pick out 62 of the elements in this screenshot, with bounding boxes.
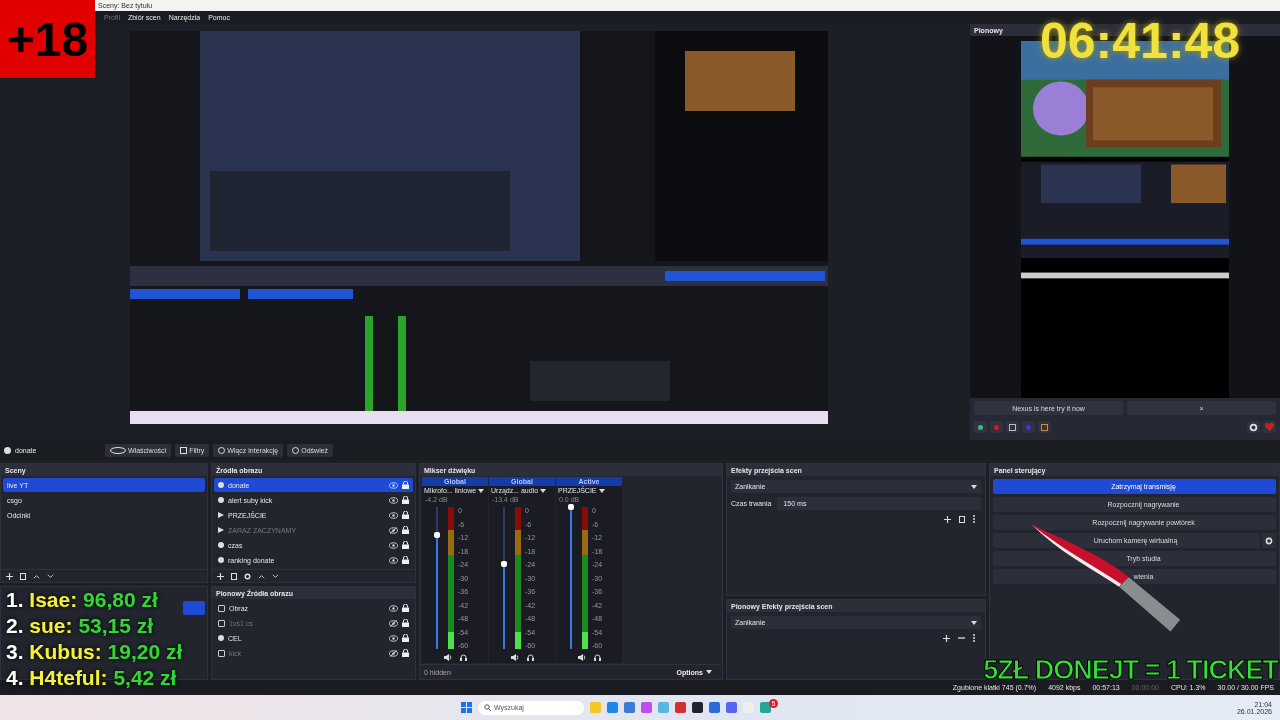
source-type-icon	[218, 635, 224, 641]
settings-icon[interactable]	[1262, 533, 1276, 548]
hidden-eye-icon[interactable]	[389, 619, 398, 627]
source-type-icon	[218, 482, 224, 488]
speaker-icon[interactable]	[510, 654, 519, 661]
speaker-icon[interactable]	[577, 654, 586, 661]
source-type-icon	[218, 527, 224, 533]
start-icon[interactable]	[461, 702, 472, 713]
add-icon[interactable]	[217, 572, 224, 580]
app-icon[interactable]	[692, 702, 703, 713]
caret-icon	[971, 484, 977, 489]
lock-icon[interactable]	[402, 511, 409, 519]
up-icon[interactable]	[258, 573, 265, 579]
lock-icon[interactable]	[402, 634, 409, 642]
eye-icon[interactable]	[389, 541, 398, 549]
caret-icon	[706, 670, 712, 674]
add-icon[interactable]	[944, 515, 951, 523]
caret-icon	[971, 620, 977, 625]
lock-icon[interactable]	[402, 604, 409, 612]
eye-icon[interactable]	[389, 556, 398, 564]
hidden-eye-icon[interactable]	[389, 526, 398, 534]
square-icon[interactable]	[1006, 421, 1019, 433]
source-type-icon	[218, 557, 224, 563]
add-icon[interactable]	[943, 634, 950, 642]
age-badge: +18	[0, 0, 95, 78]
headphones-icon[interactable]	[526, 654, 534, 661]
lock-icon[interactable]	[402, 556, 409, 564]
settings-icon[interactable]	[1247, 421, 1260, 433]
eye-icon[interactable]	[389, 634, 398, 642]
source-type-icon	[218, 542, 224, 548]
settings-icon[interactable]	[244, 572, 251, 580]
speaker-icon[interactable]	[443, 654, 452, 661]
headphones-icon[interactable]	[459, 654, 467, 661]
lock-icon[interactable]	[402, 496, 409, 504]
eye-icon[interactable]	[389, 604, 398, 612]
source-icon	[4, 446, 11, 454]
ranking-entry: 1. Isae: 96,80 zł	[6, 588, 159, 612]
hidden-eye-icon[interactable]	[389, 649, 398, 657]
down-icon[interactable]	[272, 573, 279, 579]
source-type-icon	[218, 497, 224, 503]
caret-icon	[478, 488, 485, 493]
headphones-icon[interactable]	[593, 654, 601, 661]
down-icon[interactable]	[47, 573, 54, 579]
lock-icon[interactable]	[402, 619, 409, 627]
lock-icon[interactable]	[402, 481, 409, 489]
source-type-icon	[218, 512, 224, 518]
caret-icon	[540, 488, 547, 493]
up-icon[interactable]	[33, 573, 40, 579]
lock-icon[interactable]	[402, 649, 409, 657]
lock-icon[interactable]	[402, 541, 409, 549]
ranking-entry: 2. sue: 53,15 zł	[6, 614, 155, 638]
eye-icon[interactable]	[389, 481, 398, 489]
search-icon	[484, 704, 491, 711]
lock-icon[interactable]	[402, 526, 409, 534]
eye-icon[interactable]	[389, 496, 398, 504]
ranking-entry: 3. Kubus: 19,20 zł	[6, 640, 183, 664]
add-icon[interactable]	[6, 572, 13, 580]
ranking-entry: 4. H4teful: 5,42 zł	[6, 666, 178, 690]
eye-icon[interactable]	[389, 511, 398, 519]
ticket-text: 5ZŁ DONEJT = 1 TICKET	[983, 655, 1278, 685]
caret-icon	[598, 488, 605, 493]
app-icon[interactable]	[760, 702, 771, 713]
